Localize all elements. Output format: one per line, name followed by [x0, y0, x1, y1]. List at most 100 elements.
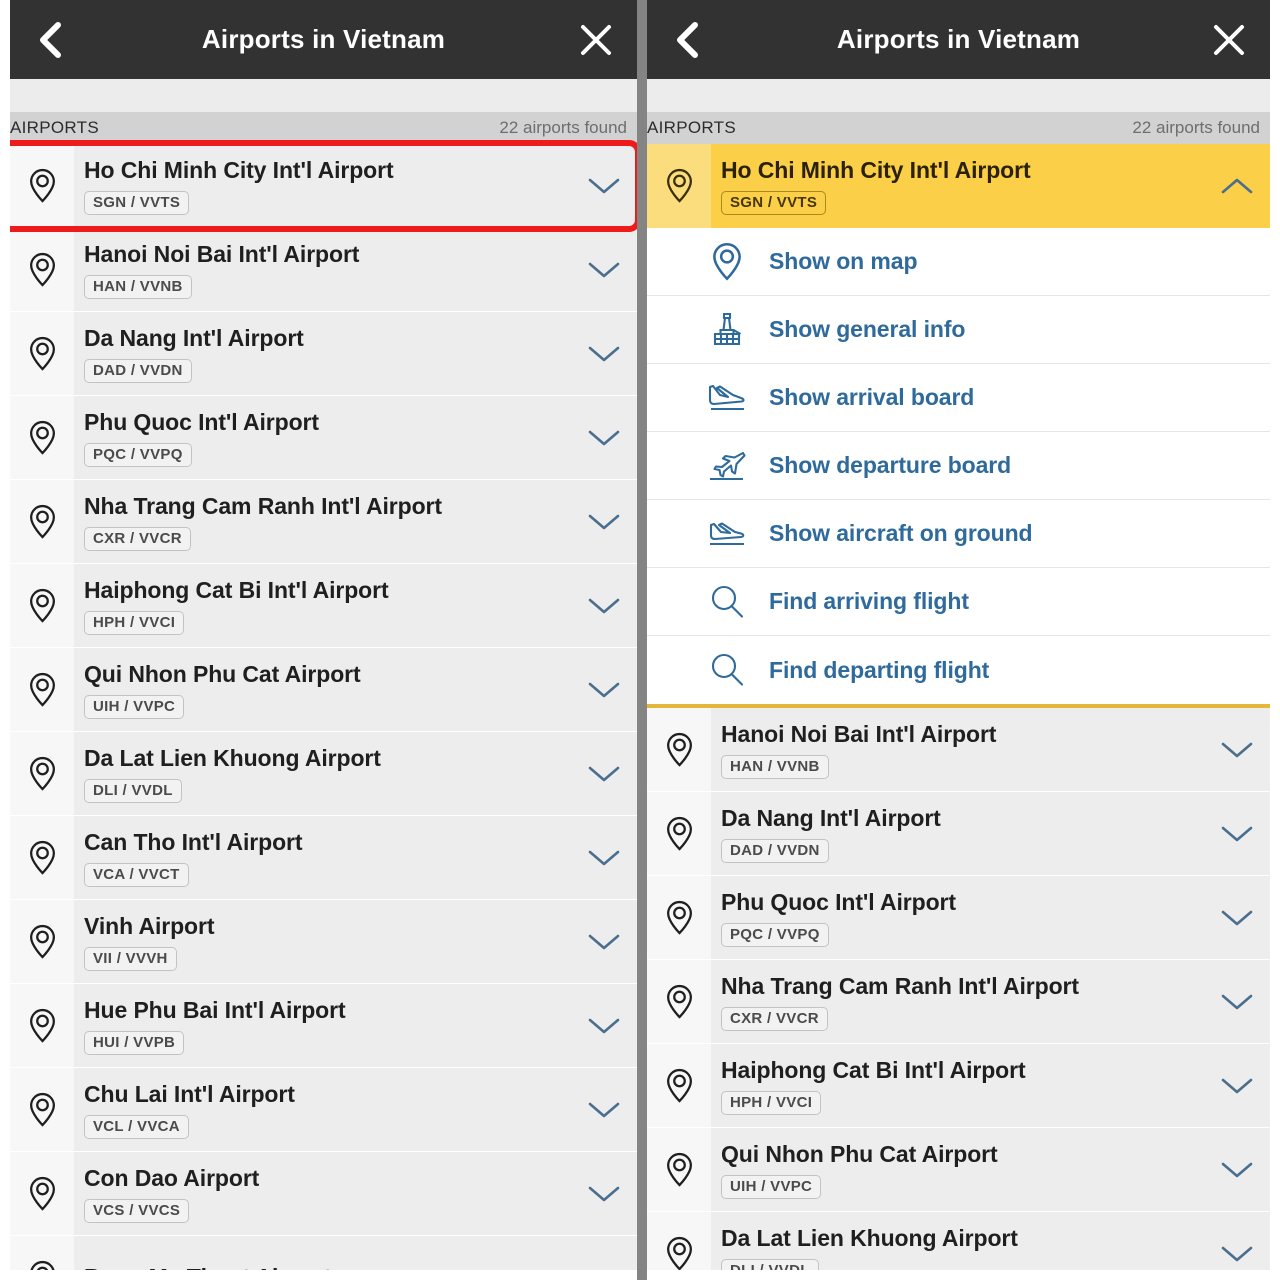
airport-row-body: Da Nang Int'l Airport DAD / VVDN: [711, 792, 1270, 875]
airport-row[interactable]: Qui Nhon Phu Cat Airport UIH / VVPC: [10, 648, 637, 732]
airport-row[interactable]: Ho Chi Minh City Int'l Airport SGN / VVTS: [10, 144, 637, 228]
airport-row[interactable]: Da Lat Lien Khuong Airport DLI / VVDL: [10, 732, 637, 816]
airport-row[interactable]: Vinh Airport VII / VVVH: [10, 900, 637, 984]
airport-row[interactable]: Phu Quoc Int'l Airport PQC / VVPQ: [647, 876, 1270, 960]
menu-item-show-aircraft-on-ground[interactable]: Show aircraft on ground: [647, 500, 1270, 568]
plane-arrival-icon: [699, 382, 755, 414]
airport-code-badge: PQC / VVPQ: [721, 922, 829, 947]
airport-row[interactable]: Con Dao Airport VCS / VVCS: [10, 1152, 637, 1236]
airport-row-body: Qui Nhon Phu Cat Airport UIH / VVPC: [711, 1128, 1270, 1211]
airport-code-badge: VII / VVVH: [84, 946, 177, 971]
airport-row[interactable]: Nha Trang Cam Ranh Int'l Airport CXR / VV…: [10, 480, 637, 564]
airport-row[interactable]: Da Nang Int'l Airport DAD / VVDN: [647, 792, 1270, 876]
chevron-down-icon[interactable]: [587, 763, 621, 785]
chevron-down-icon[interactable]: [587, 595, 621, 617]
map-pin-icon: [10, 1068, 74, 1151]
airport-list-right: Ho Chi Minh City Int'l Airport SGN / VVTS…: [647, 144, 1270, 1270]
airport-row-body: Nha Trang Cam Ranh Int'l Airport CXR / VV…: [74, 480, 637, 563]
airport-row[interactable]: Hanoi Noi Bai Int'l Airport HAN / VVNB: [647, 708, 1270, 792]
airport-name: Nha Trang Cam Ranh Int'l Airport: [721, 972, 1079, 999]
airport-row[interactable]: Buon Ma Thuot Airport: [10, 1236, 637, 1270]
airport-row[interactable]: Phu Quoc Int'l Airport PQC / VVPQ: [10, 396, 637, 480]
chevron-down-icon[interactable]: [587, 847, 621, 869]
map-pin-icon: [10, 732, 74, 815]
airport-name: Haiphong Cat Bi Int'l Airport: [721, 1056, 1026, 1083]
airport-row-text: Chu Lai Int'l Airport VCL / VVCA: [84, 1081, 295, 1139]
menu-item-show-departure-board[interactable]: Show departure board: [647, 432, 1270, 500]
airport-row-text: Ho Chi Minh City Int'l Airport SGN / VVTS: [84, 157, 394, 215]
airport-row[interactable]: Qui Nhon Phu Cat Airport UIH / VVPC: [647, 1128, 1270, 1212]
airport-row[interactable]: Nha Trang Cam Ranh Int'l Airport CXR / VV…: [647, 960, 1270, 1044]
chevron-down-icon[interactable]: [587, 259, 621, 281]
airport-name: Da Lat Lien Khuong Airport: [84, 744, 381, 771]
chevron-down-icon[interactable]: [1220, 1075, 1254, 1097]
chevron-down-icon[interactable]: [587, 1267, 621, 1271]
airport-row[interactable]: Hanoi Noi Bai Int'l Airport HAN / VVNB: [10, 228, 637, 312]
airport-row[interactable]: Da Nang Int'l Airport DAD / VVDN: [10, 312, 637, 396]
airport-name: Haiphong Cat Bi Int'l Airport: [84, 576, 389, 603]
chevron-down-icon[interactable]: [1220, 991, 1254, 1013]
back-button[interactable]: [665, 17, 711, 63]
chevron-down-icon[interactable]: [587, 1015, 621, 1037]
airport-code-badge: SGN / VVTS: [84, 190, 190, 215]
chevron-down-icon[interactable]: [587, 511, 621, 533]
airport-name: Da Nang Int'l Airport: [721, 804, 941, 831]
menu-item-show-general-info[interactable]: Show general info: [647, 296, 1270, 364]
menu-item-show-on-map[interactable]: Show on map: [647, 228, 1270, 296]
close-button[interactable]: [1206, 17, 1252, 63]
plane-on-ground-icon: [699, 518, 755, 550]
airport-code-badge: SGN / VVTS: [721, 191, 827, 215]
chevron-down-icon[interactable]: [1220, 823, 1254, 845]
airport-name: Qui Nhon Phu Cat Airport: [721, 1140, 998, 1167]
chevron-down-icon[interactable]: [587, 1183, 621, 1205]
close-button[interactable]: [573, 17, 619, 63]
chevron-up-icon[interactable]: [1220, 175, 1254, 197]
airport-row[interactable]: Haiphong Cat Bi Int'l Airport HPH / VVCI: [10, 564, 637, 648]
search-icon: [699, 583, 755, 621]
airport-row[interactable]: Chu Lai Int'l Airport VCL / VVCA: [10, 1068, 637, 1152]
menu-item-find-arriving-flight[interactable]: Find arriving flight: [647, 568, 1270, 636]
map-pin-icon: [647, 876, 711, 959]
page-title: Airports in Vietnam: [201, 24, 446, 54]
chevron-down-icon[interactable]: [1220, 1159, 1254, 1181]
airport-row-body: Qui Nhon Phu Cat Airport UIH / VVPC: [74, 648, 637, 731]
airport-row[interactable]: Can Tho Int'l Airport VCA / VVCT: [10, 816, 637, 900]
section-label: AIRPORTS: [10, 118, 99, 137]
chevron-down-icon[interactable]: [587, 427, 621, 449]
airport-row-body: Ho Chi Minh City Int'l Airport SGN / VVTS: [74, 144, 637, 227]
map-pin-icon: [10, 144, 74, 227]
airport-row[interactable]: Ho Chi Minh City Int'l Airport SGN / VVTS: [647, 144, 1270, 228]
chevron-down-icon[interactable]: [1220, 1243, 1254, 1265]
airport-row-text: Da Nang Int'l Airport DAD / VVDN: [84, 325, 304, 383]
airport-row-body: Da Lat Lien Khuong Airport DLI / VVDL: [74, 732, 637, 815]
chevron-down-icon[interactable]: [587, 175, 621, 197]
map-pin-icon: [647, 1212, 711, 1270]
chevron-down-icon[interactable]: [1220, 739, 1254, 761]
airport-row-text: Haiphong Cat Bi Int'l Airport HPH / VVCI: [721, 1057, 1026, 1115]
airport-name: Can Tho Int'l Airport: [84, 828, 303, 855]
chevron-down-icon[interactable]: [587, 679, 621, 701]
menu-item-show-arrival-board[interactable]: Show arrival board: [647, 364, 1270, 432]
map-pin-icon: [10, 564, 74, 647]
airport-row-body: Phu Quoc Int'l Airport PQC / VVPQ: [74, 396, 637, 479]
airport-row[interactable]: Haiphong Cat Bi Int'l Airport HPH / VVCI: [647, 1044, 1270, 1128]
map-pin-icon: [699, 242, 755, 281]
airport-name: Vinh Airport: [84, 912, 215, 939]
airport-row[interactable]: Da Lat Lien Khuong Airport DLI / VVDL: [647, 1212, 1270, 1270]
menu-item-label: Show arrival board: [769, 384, 975, 410]
chevron-down-icon[interactable]: [1220, 907, 1254, 929]
right-phone-panel: Airports in Vietnam AIRPORTS 22 airports…: [647, 0, 1280, 1280]
airport-row-text: Phu Quoc Int'l Airport PQC / VVPQ: [721, 889, 956, 947]
airport-row-body: Nha Trang Cam Ranh Int'l Airport CXR / VV…: [711, 960, 1270, 1043]
chevron-down-icon[interactable]: [587, 343, 621, 365]
chevron-down-icon[interactable]: [587, 1099, 621, 1121]
menu-item-find-departing-flight[interactable]: Find departing flight: [647, 636, 1270, 704]
menu-item-label: Show departure board: [769, 452, 1012, 478]
airport-code-badge: UIH / VVPC: [721, 1174, 822, 1199]
airport-row[interactable]: Hue Phu Bai Int'l Airport HUI / VVPB: [10, 984, 637, 1068]
chevron-down-icon[interactable]: [587, 931, 621, 953]
airport-code-badge: PQC / VVPQ: [84, 442, 192, 467]
map-pin-icon: [10, 312, 74, 395]
airport-name: Con Dao Airport: [84, 1164, 260, 1191]
back-button[interactable]: [28, 17, 74, 63]
